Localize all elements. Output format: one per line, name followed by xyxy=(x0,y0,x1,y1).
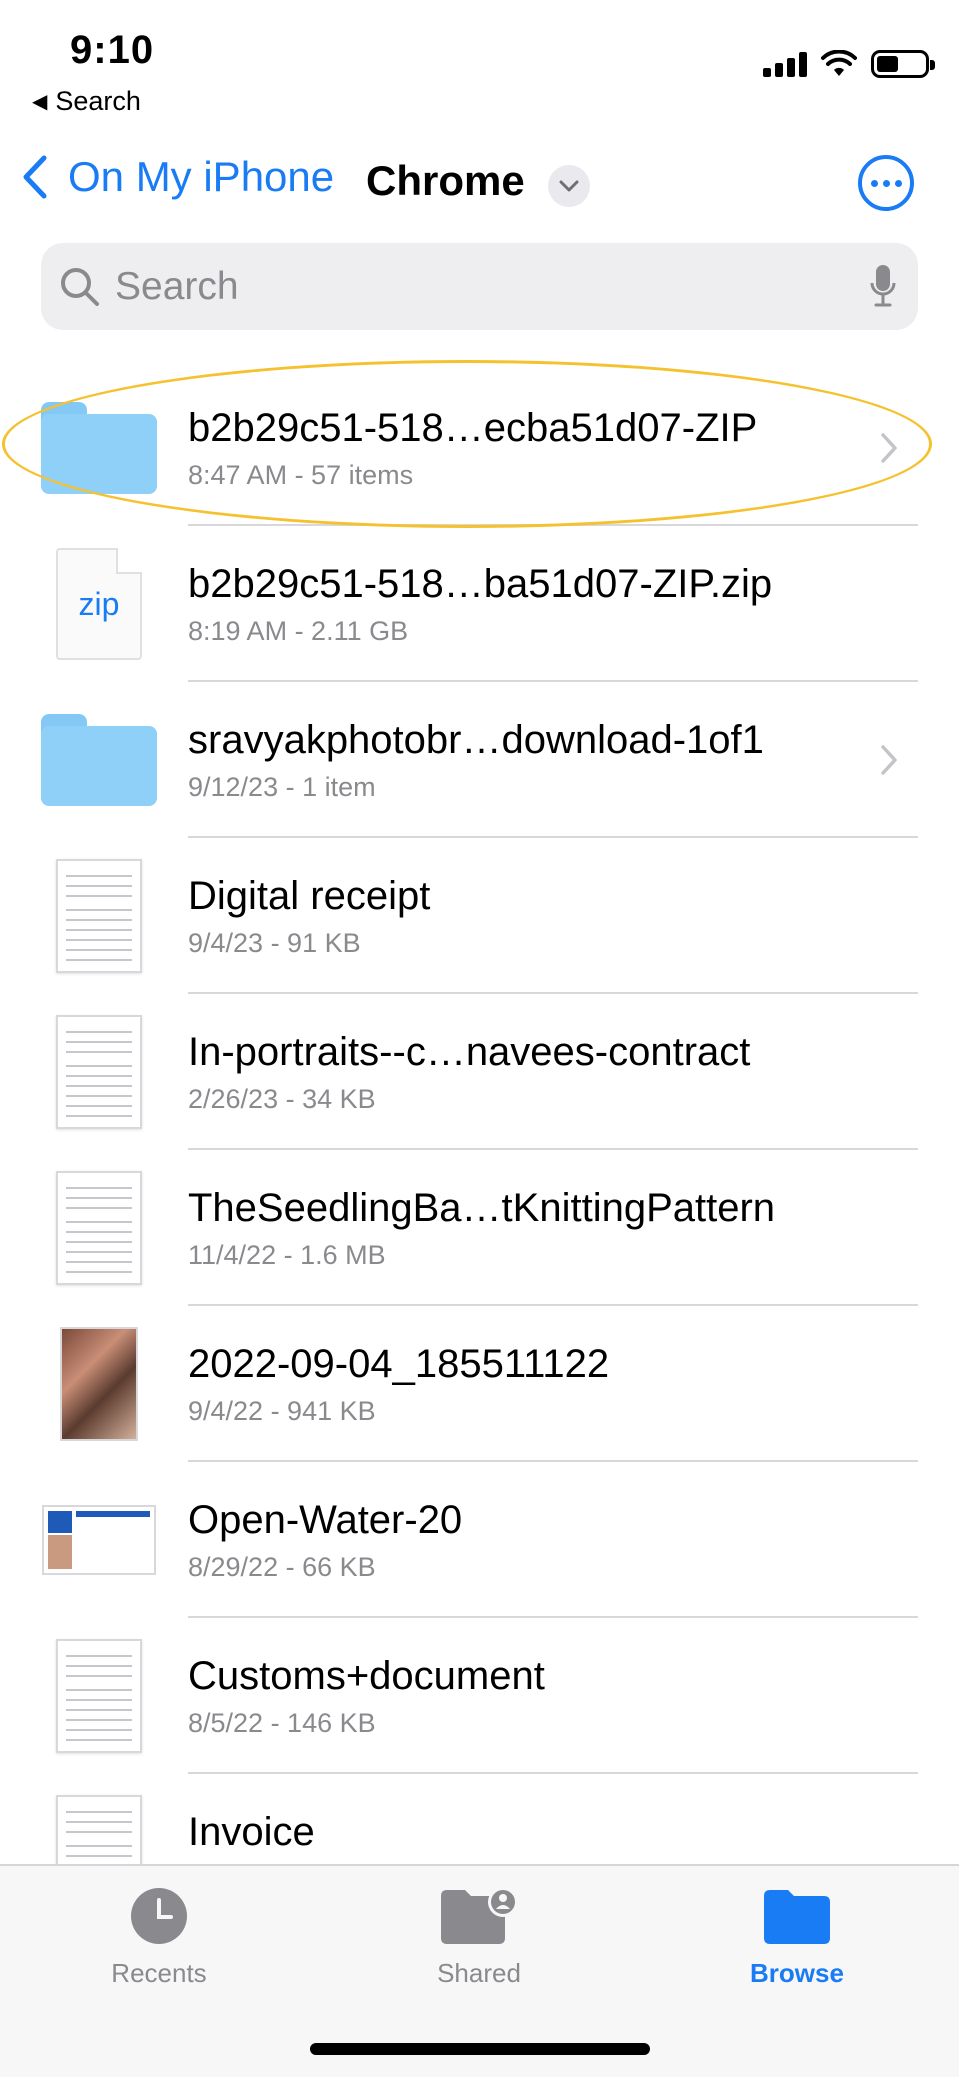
tab-recents[interactable]: Recents xyxy=(59,1886,259,1989)
tab-shared-label: Shared xyxy=(437,1958,521,1988)
cellular-signal-icon xyxy=(763,51,807,77)
file-row[interactable]: In-portraits--c…navees-contract 2/26/23 -… xyxy=(0,994,959,1150)
search-bar[interactable] xyxy=(41,243,918,330)
file-meta: 9/4/23 - 91 KB xyxy=(188,928,361,958)
chevron-left-icon xyxy=(23,155,47,199)
microphone-icon[interactable] xyxy=(870,263,896,309)
wifi-icon xyxy=(821,50,857,76)
file-row[interactable]: Customs+document 8/5/22 - 146 KB xyxy=(0,1618,959,1774)
file-name: 2022-09-04_185511122 xyxy=(188,1342,610,1386)
document-thumbnail-icon xyxy=(56,1015,142,1129)
folder-row[interactable]: sravyakphotobr…download-1of1 9/12/23 - 1 … xyxy=(0,682,959,838)
file-name: Open-Water-20 xyxy=(188,1498,463,1542)
file-list: b2b29c51-518…ecba51d07-ZIP 8:47 AM - 57 i… xyxy=(0,370,959,1930)
file-name: Digital receipt xyxy=(188,874,431,918)
back-button-label: On My iPhone xyxy=(68,153,335,200)
file-thumbnail xyxy=(40,1639,158,1753)
id-card-thumbnail-icon xyxy=(42,1505,156,1575)
folder-icon xyxy=(41,714,157,806)
clock-icon xyxy=(131,1888,187,1944)
file-name: TheSeedlingBa…tKnittingPattern xyxy=(188,1186,776,1230)
file-thumbnail xyxy=(40,1015,158,1129)
back-app-label: Search xyxy=(55,86,141,116)
more-dot xyxy=(882,179,890,187)
more-options-button[interactable] xyxy=(858,155,914,211)
home-indicator xyxy=(310,2043,650,2055)
file-thumbnail xyxy=(40,1486,158,1594)
search-input[interactable] xyxy=(115,264,815,309)
tab-recents-label: Recents xyxy=(111,1958,207,1988)
shared-folder-icon xyxy=(441,1887,518,1944)
title-menu-button[interactable] xyxy=(548,165,590,207)
file-row[interactable]: TheSeedlingBa…tKnittingPattern 11/4/22 - … xyxy=(0,1150,959,1306)
document-thumbnail-icon xyxy=(56,859,142,973)
file-meta: 8/29/22 - 66 KB xyxy=(188,1552,376,1582)
browse-folder-icon xyxy=(764,1890,830,1944)
status-time: 9:10 xyxy=(70,28,155,72)
file-thumbnail xyxy=(40,1327,158,1441)
photo-thumbnail-icon xyxy=(60,1327,138,1441)
chevron-down-icon xyxy=(559,180,579,192)
folder-row[interactable]: b2b29c51-518…ecba51d07-ZIP 8:47 AM - 57 i… xyxy=(0,370,959,526)
file-thumbnail: zip xyxy=(40,548,158,660)
file-name: Customs+document xyxy=(188,1654,545,1698)
search-icon xyxy=(61,267,99,306)
file-name: b2b29c51-518…ecba51d07-ZIP xyxy=(188,406,758,450)
file-name: Invoice xyxy=(188,1810,315,1854)
back-button[interactable]: On My iPhone xyxy=(22,153,334,201)
battery-icon xyxy=(871,50,935,78)
status-icons xyxy=(763,50,935,78)
file-row[interactable]: Digital receipt 9/4/23 - 91 KB xyxy=(0,838,959,994)
document-thumbnail-icon xyxy=(56,1639,142,1753)
chevron-right-icon xyxy=(880,744,898,781)
page-title: Chrome xyxy=(366,157,525,204)
back-triangle-icon: ◀ xyxy=(32,91,48,113)
file-meta: 2/26/23 - 34 KB xyxy=(188,1084,376,1114)
file-thumbnail xyxy=(40,394,158,502)
file-meta: 8:47 AM - 57 items xyxy=(188,460,414,490)
file-name: sravyakphotobr…download-1of1 xyxy=(188,718,764,762)
file-meta: 9/12/23 - 1 item xyxy=(188,772,376,802)
more-dot xyxy=(870,179,878,187)
file-meta: 8:19 AM - 2.11 GB xyxy=(188,616,409,646)
folder-icon xyxy=(41,402,157,494)
file-thumbnail xyxy=(40,1171,158,1285)
file-meta: 8/5/22 - 146 KB xyxy=(188,1708,376,1738)
more-dot xyxy=(894,179,902,187)
file-thumbnail xyxy=(40,859,158,973)
tab-browse[interactable]: Browse xyxy=(697,1886,897,1989)
file-name: b2b29c51-518…ba51d07-ZIP.zip xyxy=(188,562,773,606)
tab-browse-label: Browse xyxy=(750,1958,844,1988)
file-row[interactable]: zip b2b29c51-518…ba51d07-ZIP.zip 8:19 AM -… xyxy=(0,526,959,682)
zip-label: zip xyxy=(78,585,120,622)
document-thumbnail-icon xyxy=(56,1171,142,1285)
battery-level xyxy=(877,56,898,72)
chevron-right-icon xyxy=(880,432,898,469)
file-row[interactable]: Open-Water-20 8/29/22 - 66 KB xyxy=(0,1462,959,1618)
tab-shared[interactable]: Shared xyxy=(379,1886,579,1989)
zip-file-icon: zip xyxy=(56,548,142,660)
back-to-app-button[interactable]: ◀ Search xyxy=(32,86,141,117)
navigation-bar: On My iPhone Chrome xyxy=(0,145,959,225)
status-bar: 9:10 ◀ Search xyxy=(0,0,959,130)
file-meta: 11/4/22 - 1.6 MB xyxy=(188,1240,386,1270)
file-thumbnail xyxy=(40,706,158,814)
file-meta: 9/4/22 - 941 KB xyxy=(188,1396,376,1426)
file-name: In-portraits--c…navees-contract xyxy=(188,1030,751,1074)
file-row[interactable]: 2022-09-04_185511122 9/4/22 - 941 KB xyxy=(0,1306,959,1462)
